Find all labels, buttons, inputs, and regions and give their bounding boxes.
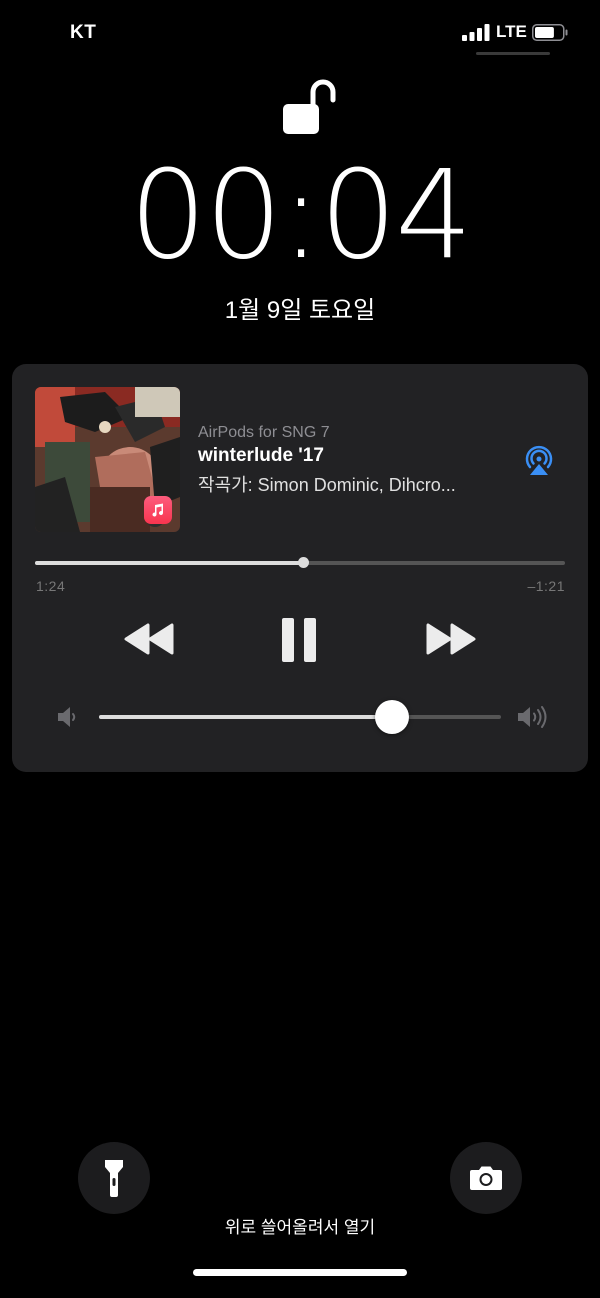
remaining-time: –1:21	[527, 578, 565, 594]
fast-forward-icon[interactable]	[424, 621, 478, 657]
apple-music-icon	[144, 496, 172, 524]
flashlight-icon	[105, 1160, 123, 1197]
volume-slider-fill	[99, 715, 393, 719]
elapsed-time: 1:24	[36, 578, 66, 594]
lock-screen-clock: 00:04	[129, 144, 473, 286]
track-title: winterlude '17	[198, 445, 324, 466]
volume-slider-handle[interactable]	[375, 700, 410, 734]
volume-slider[interactable]	[99, 700, 501, 734]
pause-icon[interactable]	[280, 616, 318, 664]
home-indicator[interactable]	[193, 1269, 407, 1276]
swipe-up-hint: 위로 쓸어올려서 열기	[224, 1218, 376, 1237]
signal-strength-icon	[462, 24, 490, 41]
now-playing-card: AirPods for SNG 7 winterlude '17 작곡가: Si…	[12, 364, 588, 772]
camera-icon	[470, 1166, 502, 1190]
flashlight-button[interactable]	[78, 1142, 150, 1214]
battery-icon	[532, 24, 568, 41]
airplay-icon[interactable]	[522, 443, 556, 477]
track-artist: 작곡가: Simon Dominic, Dihcro...	[198, 475, 456, 495]
playback-device-label: AirPods for SNG 7	[198, 424, 330, 441]
speaker-high-icon	[518, 706, 547, 728]
camera-button[interactable]	[450, 1142, 522, 1214]
speaker-low-icon	[58, 707, 76, 727]
album-art-image[interactable]	[35, 387, 180, 532]
playback-progress-bar[interactable]	[35, 557, 565, 568]
network-type: LTE	[496, 22, 527, 41]
lock-screen-date: 1월 9일 토요일	[224, 297, 376, 324]
playback-progress-fill	[35, 561, 303, 565]
playback-scrubber-handle[interactable]	[297, 557, 309, 568]
status-indicator-line	[476, 52, 550, 55]
status-bar: KT LTE	[0, 0, 600, 70]
rewind-icon[interactable]	[122, 621, 176, 657]
unlocked-padlock-icon	[283, 79, 336, 134]
carrier-name: KT	[70, 22, 97, 43]
